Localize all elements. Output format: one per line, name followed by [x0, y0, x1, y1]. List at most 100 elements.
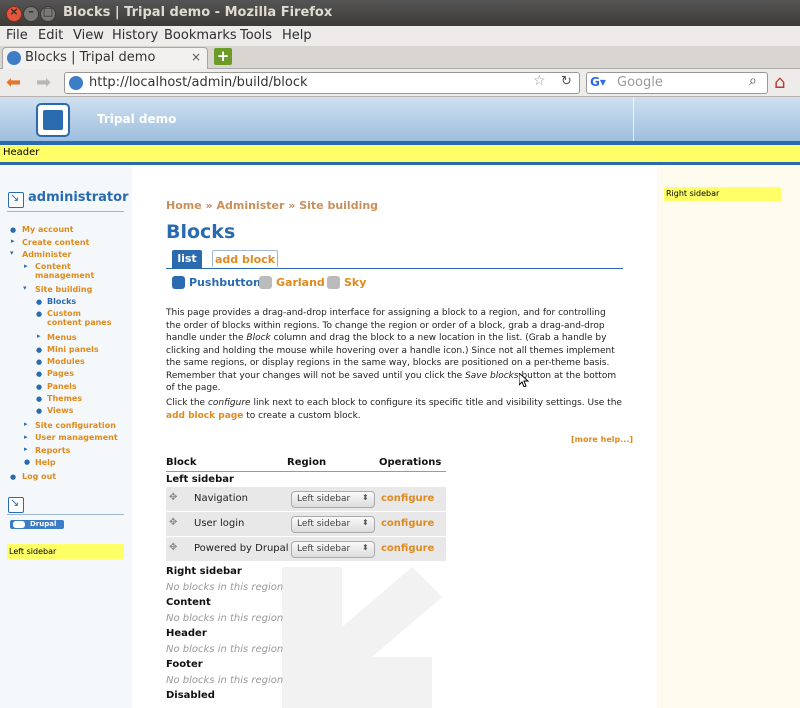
bullet-icon: ● — [36, 407, 43, 415]
region-select[interactable]: Left sidebar ⬍ — [291, 491, 375, 508]
bullet-icon: ● — [10, 226, 17, 234]
breadcrumb-administer[interactable]: Administer — [216, 199, 284, 212]
bullet-icon: ● — [36, 395, 43, 403]
powered-by-drupal-badge[interactable]: Drupal — [10, 520, 64, 529]
header-region: Header — [0, 145, 800, 165]
menu-edit[interactable]: Edit — [38, 28, 63, 43]
subtab-sky-label: Sky — [344, 276, 367, 289]
bullet-icon: ● — [36, 383, 43, 391]
left-sidebar-region: Left sidebar — [7, 544, 124, 559]
browser-tab[interactable]: Blocks | Tripal demo × — [2, 47, 208, 69]
tab-bar: Blocks | Tripal demo × + — [0, 46, 800, 69]
region-title-header: Header — [166, 628, 207, 639]
google-search-engine-icon[interactable]: G▾ — [590, 75, 606, 89]
menu-history[interactable]: History — [112, 28, 158, 43]
chevron-updown-icon: ⬍ — [362, 518, 369, 527]
empty-region-message: No blocks in this region — [166, 582, 284, 593]
menu-file[interactable]: File — [6, 28, 28, 43]
site-logo-icon[interactable] — [36, 103, 70, 137]
drag-handle-icon[interactable]: ✥ — [169, 517, 177, 528]
menu-help[interactable]: Help — [282, 28, 312, 43]
search-input[interactable]: G▾ Google ⌕ — [586, 72, 768, 94]
close-window-button[interactable]: × — [6, 5, 22, 22]
region-select-value: Left sidebar — [297, 494, 351, 504]
menu-item-custom-content-panes[interactable]: Custom content panes — [47, 309, 117, 327]
menu-item-my-account[interactable]: My account — [22, 225, 74, 234]
menu-item-site-building[interactable]: Site building — [35, 285, 92, 294]
forward-arrow-icon[interactable]: ➡ — [36, 72, 51, 93]
site-identity-icon — [69, 76, 83, 90]
menu-tools[interactable]: Tools — [240, 28, 272, 43]
close-tab-icon[interactable]: × — [191, 50, 201, 64]
table-row: ✥ User login Left sidebar ⬍ configure — [166, 512, 446, 537]
region-title-disabled: Disabled — [166, 690, 215, 701]
menu-item-help[interactable]: Help — [35, 458, 56, 467]
menu-item-panels[interactable]: Panels — [47, 382, 77, 391]
intro-paragraph: This page provides a drag-and-drop inter… — [166, 307, 623, 395]
tabs-underline — [166, 268, 623, 269]
right-sidebar-region: Right sidebar — [664, 187, 781, 201]
site-name[interactable]: Tripal demo — [97, 112, 176, 126]
menu-item-menus[interactable]: Menus — [47, 333, 77, 342]
region-select[interactable]: Left sidebar ⬍ — [291, 516, 375, 533]
back-arrow-icon[interactable]: ⬅ — [6, 72, 21, 93]
menu-item-mini-panels[interactable]: Mini panels — [47, 345, 99, 354]
search-icon[interactable]: ⌕ — [749, 73, 757, 89]
chevron-updown-icon: ⬍ — [362, 493, 369, 502]
more-help-link[interactable]: [more help...] — [571, 435, 633, 444]
breadcrumb-separator: » — [205, 199, 213, 212]
menu-item-blocks[interactable]: Blocks — [47, 297, 76, 306]
new-tab-button[interactable]: + — [214, 48, 232, 65]
menu-item-site-configuration[interactable]: Site configuration — [35, 421, 116, 430]
menu-item-themes[interactable]: Themes — [47, 394, 82, 403]
menu-item-create-content[interactable]: Create content — [22, 238, 89, 247]
region-select[interactable]: Left sidebar ⬍ — [291, 541, 375, 558]
menu-item-user-management[interactable]: User management — [35, 433, 118, 442]
menu-item-administer[interactable]: Administer — [22, 250, 71, 259]
theme-arrow-icon — [259, 276, 272, 289]
menu-item-reports[interactable]: Reports — [35, 446, 70, 455]
reload-icon[interactable]: ↻ — [561, 74, 572, 89]
intro-text: to create a custom block. — [243, 410, 361, 421]
url-bar[interactable]: http://localhost/admin/build/block ☆ ↻ — [64, 72, 580, 94]
menu-item-log-out[interactable]: Log out — [22, 472, 56, 481]
configure-link[interactable]: configure — [381, 493, 434, 504]
collapsed-arrow-icon: ▸ — [37, 332, 41, 340]
chevron-updown-icon: ⬍ — [362, 543, 369, 552]
menu-bookmarks[interactable]: Bookmarks — [164, 28, 237, 43]
maximize-window-button[interactable]: □ — [40, 5, 56, 22]
bullet-icon: ● — [36, 310, 43, 318]
configure-link[interactable]: configure — [381, 518, 434, 529]
table-row: ✥ Powered by Drupal Left sidebar ⬍ config… — [166, 537, 446, 562]
block-name: User login — [194, 518, 245, 529]
minimize-window-button[interactable]: – — [23, 5, 39, 22]
block-name: Navigation — [194, 493, 248, 504]
drag-handle-icon[interactable]: ✥ — [169, 542, 177, 553]
user-block-icon — [8, 191, 24, 208]
drag-handle-icon[interactable]: ✥ — [169, 492, 177, 503]
bullet-icon: ● — [36, 358, 43, 366]
configure-paragraph: Click the configure link next to each bl… — [166, 397, 623, 422]
configure-link[interactable]: configure — [381, 543, 434, 554]
menu-item-views[interactable]: Views — [47, 406, 73, 415]
minimize-icon: – — [28, 5, 34, 18]
home-icon[interactable]: ⌂ — [774, 72, 785, 93]
url-text[interactable]: http://localhost/admin/build/block — [89, 75, 308, 90]
collapsed-arrow-icon: ▸ — [24, 445, 28, 453]
breadcrumb-separator: » — [288, 199, 296, 212]
tab-list[interactable]: list — [172, 250, 202, 268]
tab-add-block[interactable]: add block — [212, 250, 278, 267]
bookmark-star-icon[interactable]: ☆ — [533, 73, 546, 89]
breadcrumb-home[interactable]: Home — [166, 199, 202, 212]
add-block-page-link[interactable]: add block page — [166, 411, 243, 421]
subtab-garland-label: Garland — [276, 276, 325, 289]
block-name: Powered by Drupal — [194, 543, 289, 554]
bullet-icon: ● — [10, 473, 17, 481]
expanded-arrow-icon: ▾ — [10, 249, 14, 257]
menu-item-pages[interactable]: Pages — [47, 369, 74, 378]
left-sidebar-region-label: Left sidebar — [9, 547, 57, 556]
menu-item-content-management[interactable]: Content management — [35, 262, 95, 280]
breadcrumb-site-building[interactable]: Site building — [299, 199, 378, 212]
menu-item-modules[interactable]: Modules — [47, 357, 85, 366]
menu-view[interactable]: View — [73, 28, 104, 43]
